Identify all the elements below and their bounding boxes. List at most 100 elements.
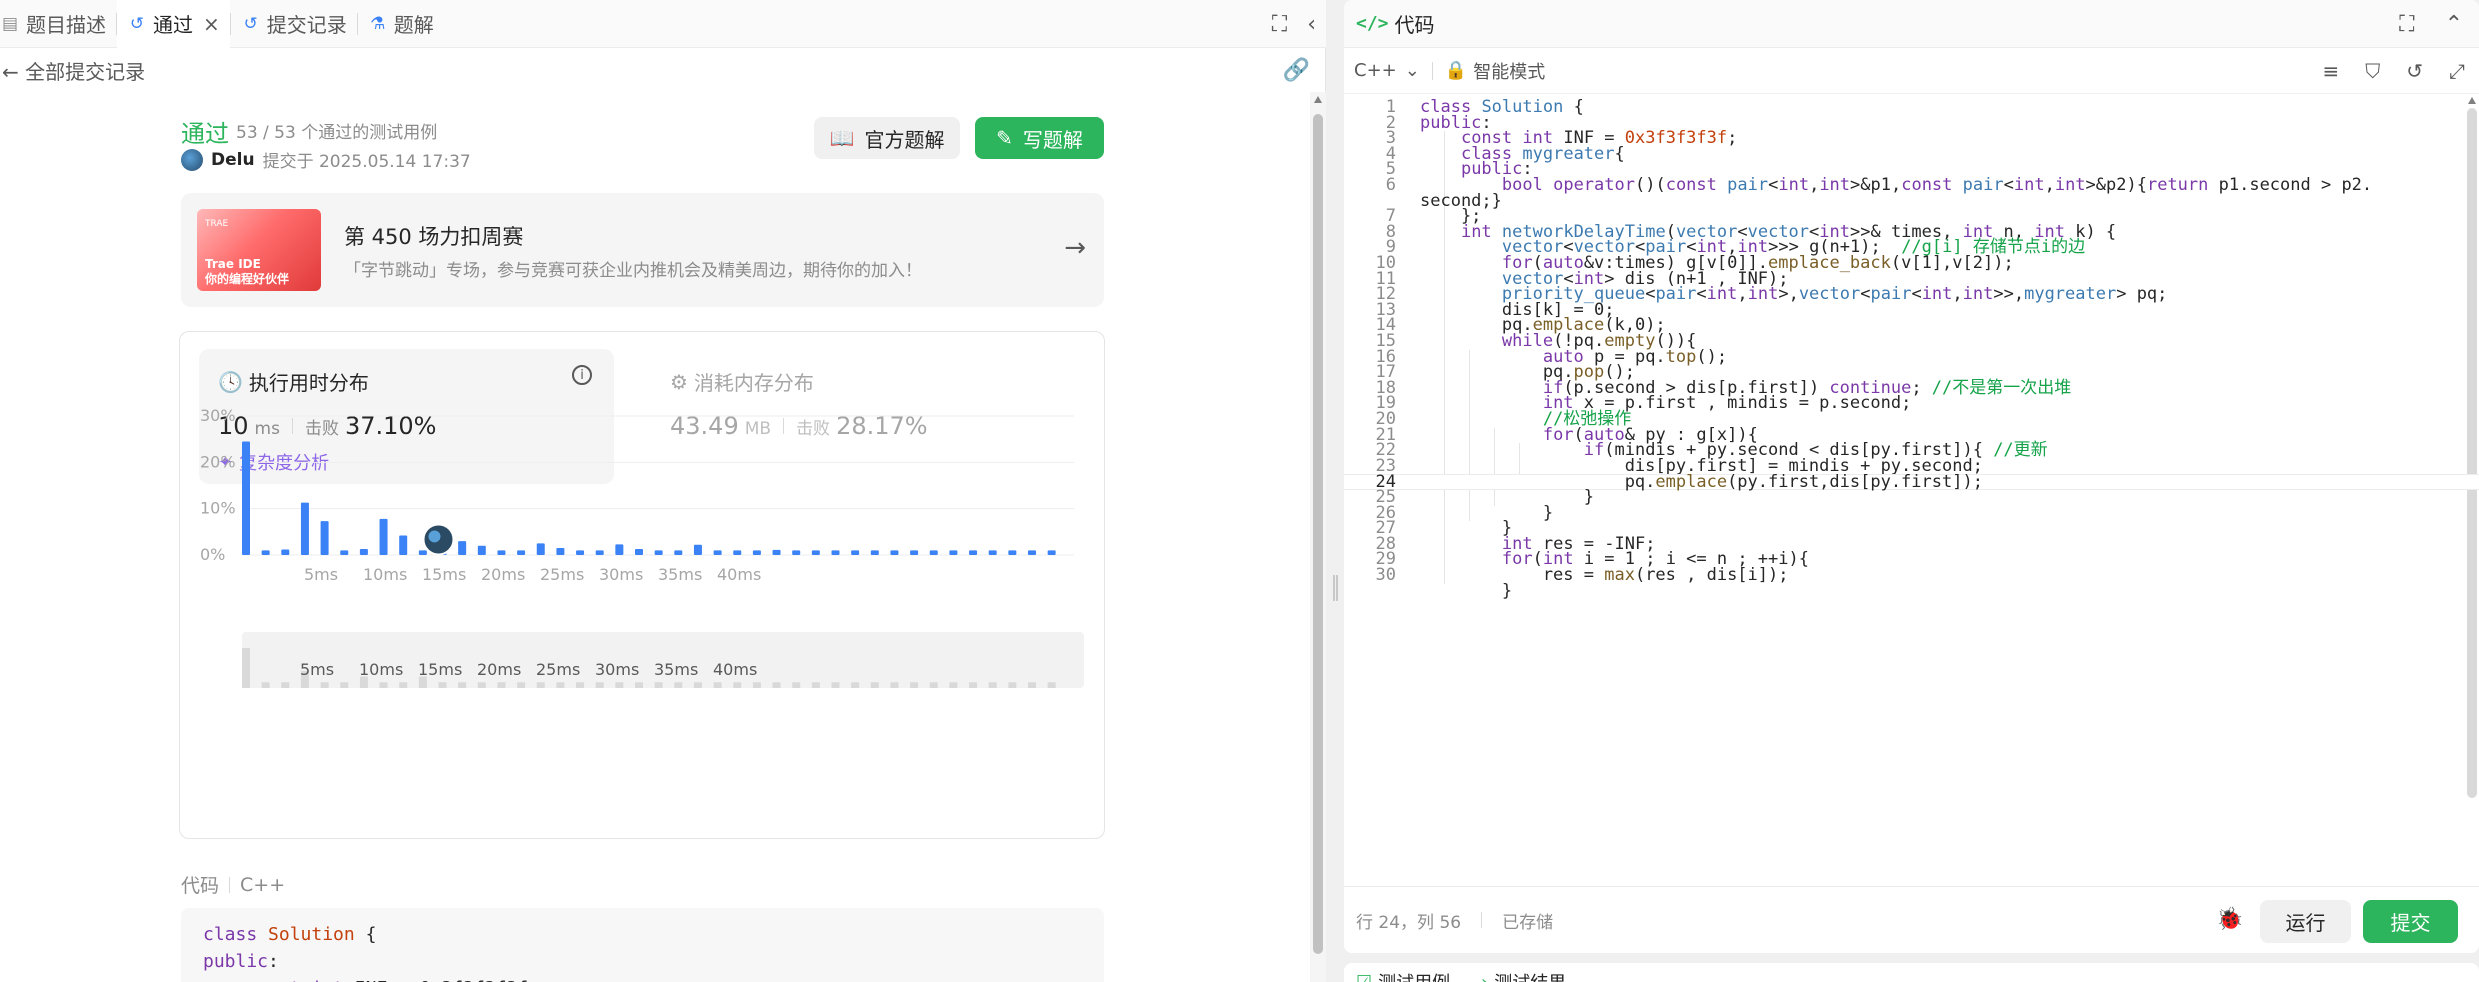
chart-bar: [831, 550, 840, 555]
chart-bar: [477, 545, 486, 555]
test-panel: ☑ 测试用例 › 测试结果: [1344, 963, 2479, 982]
book-icon: 📖: [829, 126, 855, 150]
x-tick-label: 40ms: [717, 565, 761, 584]
contest-desc: 「字节跳动」专场，参与竞赛可获企业内推机会及精美周边，期待你的加入！: [344, 261, 922, 281]
overview-bar: [1047, 682, 1056, 688]
debug-icon[interactable]: 🐞: [2216, 907, 2243, 932]
link-icon[interactable]: 🔗: [1283, 58, 1310, 83]
code-line[interactable]: second;}: [1344, 192, 2479, 210]
overview-bar: [654, 682, 663, 688]
code-line[interactable]: }: [1344, 582, 2479, 600]
overview-bar: [674, 682, 683, 688]
chart-bar: [674, 550, 683, 555]
document-icon: ▤: [1, 13, 19, 34]
code-icon: </>: [1356, 13, 1389, 34]
user-marker-highlight: [428, 530, 441, 543]
chart-bar: [713, 550, 722, 555]
editor-header: </> 代码 ⛶ ⌃: [1344, 0, 2479, 48]
overview-bar: [399, 682, 408, 688]
runtime-distribution-chart[interactable]: 30% 20% 10% 0% 5ms 10ms 15ms 20ms 25ms 30ms 35ms 40…: [180, 332, 1106, 840]
overview-bar: [320, 682, 329, 688]
code-line[interactable]: 6 bool operator()(const pair<int,int>&p1…: [1344, 175, 2479, 195]
chart-bar: [949, 550, 958, 555]
chart-bar: [772, 549, 781, 555]
close-icon[interactable]: ×: [203, 12, 220, 36]
panel-splitter[interactable]: [1327, 0, 1344, 982]
arrow-right-icon[interactable]: →: [1064, 233, 1086, 263]
chart-bar: [1008, 550, 1017, 555]
chart-bar: [851, 550, 860, 555]
code-line[interactable]: 1 class Solution {: [1344, 99, 2479, 116]
tab-testcases[interactable]: ☑ 测试用例: [1356, 969, 1450, 982]
thumb-brand: TRAE: [205, 219, 229, 229]
back-link-label[interactable]: ← 全部提交记录: [2, 56, 145, 85]
line-number: 6: [1385, 175, 1396, 195]
username[interactable]: Delu: [211, 150, 255, 170]
reset-icon[interactable]: ↺: [2406, 59, 2423, 83]
drag-handle[interactable]: [1333, 575, 1338, 601]
y-tick-label: 10%: [200, 499, 236, 518]
contest-title: 第 450 场力扣周赛: [344, 225, 524, 249]
overview-bar: [497, 682, 506, 688]
fullscreen-icon[interactable]: ⛶: [1272, 12, 1287, 37]
chart-bar: [969, 550, 978, 555]
tab-solutions[interactable]: ⚗ 题解: [358, 0, 444, 48]
fullscreen-icon[interactable]: ⛶: [2399, 12, 2414, 37]
expand-icon[interactable]: ⤢: [2449, 59, 2465, 83]
chart-bar: [399, 535, 408, 555]
overview-bar: [438, 682, 447, 688]
chart-bar: [517, 550, 526, 555]
avatar[interactable]: [181, 148, 203, 171]
code-line[interactable]: 30 res = max(res , dis[i]);: [1344, 567, 2479, 584]
scroll-up-arrow[interactable]: [1314, 96, 1322, 103]
chart-bar: [556, 548, 565, 555]
tab-accepted[interactable]: ↺ 通过 ×: [117, 0, 230, 48]
collapse-icon[interactable]: ‹: [1307, 12, 1316, 37]
run-button[interactable]: 运行: [2260, 900, 2351, 943]
chart-bar: [811, 550, 820, 555]
overview-bar: [890, 682, 899, 688]
chart-bar: [261, 550, 270, 555]
code-editor[interactable]: 1 class Solution {2 public: 3 const int INF…: [1344, 94, 2479, 886]
language-select[interactable]: C++ ⌄: [1354, 60, 1420, 81]
editor-title: 代码: [1394, 13, 1435, 37]
overview-bar: [831, 682, 840, 688]
code-editor-panel: </> 代码 ⛶ ⌃ C++ ⌄ 🔒 智能模式 ≡ ⛉ ↺ ⤢ 1 class …: [1344, 0, 2479, 953]
divider: [1481, 912, 1483, 928]
scrollbar-thumb[interactable]: [1313, 114, 1323, 954]
smart-mode-toggle[interactable]: 🔒 智能模式: [1445, 58, 1545, 84]
overview-bar: [576, 682, 585, 688]
tab-test-results[interactable]: › 测试结果: [1481, 969, 1566, 982]
overview-bar: [379, 682, 388, 688]
code-line[interactable]: 26 }: [1344, 504, 2479, 522]
tab-description-label: 题目描述: [26, 13, 106, 37]
overview-bar: [635, 682, 643, 688]
y-tick-label: 0%: [200, 545, 225, 564]
overview-bar: [340, 682, 349, 688]
tab-submissions[interactable]: ↺ 提交记录: [231, 0, 357, 48]
overview-bar: [458, 682, 467, 688]
y-tick-label: 20%: [200, 452, 236, 471]
write-solution-button[interactable]: ✎ 写题解: [975, 117, 1104, 159]
contest-banner[interactable]: TRAE Trae IDE 你的编程好伙伴 第 450 场力扣周赛 「字节跳动」专…: [181, 193, 1104, 307]
chart-bar: [890, 550, 899, 555]
official-solution-button[interactable]: 📖 官方题解: [814, 117, 960, 159]
back-to-submissions[interactable]: ← 全部提交记录 🔗: [0, 48, 1326, 92]
format-icon[interactable]: ≡: [2322, 59, 2339, 83]
tab-description[interactable]: ▤ 题目描述: [0, 0, 116, 48]
chart-bar: [359, 548, 368, 555]
y-tick-label: 30%: [200, 406, 236, 425]
left-tabbar: ▤ 题目描述 ↺ 通过 × ↺ 提交记录 ⚗ 题解 ⛶ ‹: [0, 0, 1326, 48]
submit-button[interactable]: 提交: [2363, 900, 2458, 943]
submit-time: 提交于 2025.05.14 17:37: [262, 152, 471, 172]
bookmark-icon[interactable]: ⛉: [2365, 59, 2380, 83]
overview-bar: [595, 682, 604, 688]
editor-toolbar: C++ ⌄ 🔒 智能模式 ≡ ⛉ ↺ ⤢: [1344, 48, 2479, 94]
tab-accepted-label: 通过: [153, 13, 193, 37]
chart-bar: [320, 521, 329, 555]
chevron-down-icon: ⌄: [1404, 60, 1420, 81]
chart-bar: [615, 544, 624, 555]
code-preview-line: class Solution {: [203, 924, 377, 945]
left-scrollbar[interactable]: [1310, 92, 1326, 982]
collapse-up-icon[interactable]: ⌃: [2445, 12, 2463, 37]
